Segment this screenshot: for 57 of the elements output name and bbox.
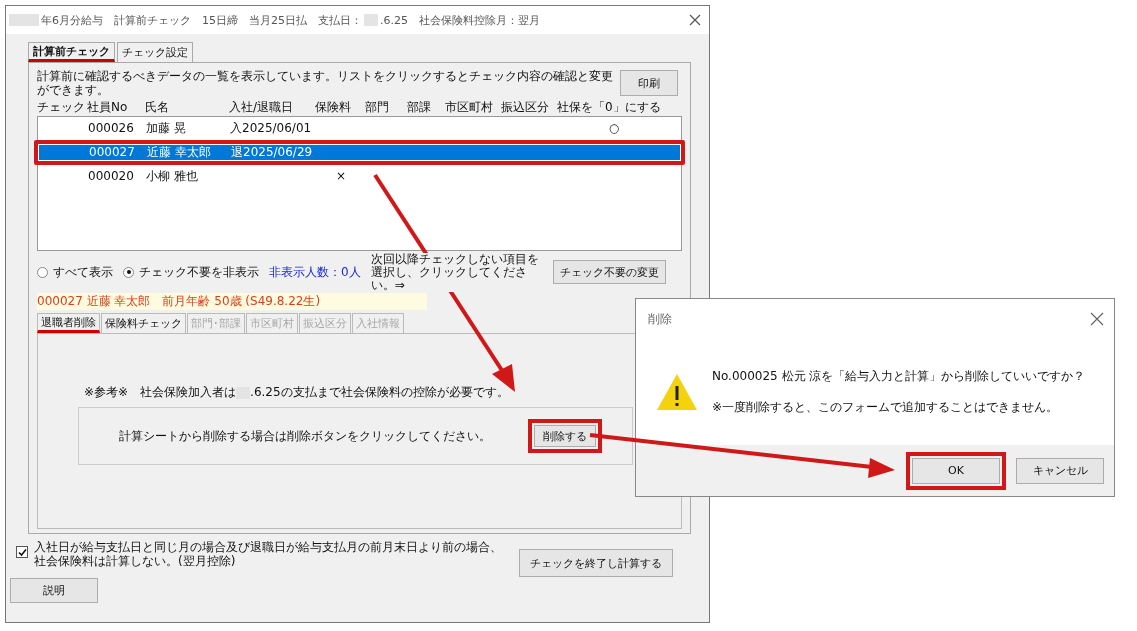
table-cell-text: 退2025/06/29 <box>231 145 314 160</box>
redaction-block <box>9 14 39 26</box>
radio-icon[interactable] <box>123 266 134 278</box>
ok-button[interactable]: OK <box>912 457 1000 484</box>
column-header[interactable]: 入社/退職日 <box>229 99 315 116</box>
radio-option[interactable]: すべて表示 <box>37 263 113 281</box>
employee-info: 000027 近藤 幸太郎 前月年齢 50歳 (S49.8.22生) <box>37 293 427 310</box>
table-cell-text: 加藤 晃 <box>146 121 187 136</box>
window-title: 年6月分給与 計算前チェック 15日締 当月25日払 支払日： <box>41 12 362 28</box>
column-header[interactable]: 市区町村 <box>445 99 501 116</box>
close-icon[interactable] <box>1090 312 1104 326</box>
tab[interactable]: 保険料チェック <box>101 313 186 333</box>
instruction-text: 計算シートから削除する場合は削除ボタンをクリックしてください。 <box>119 427 491 445</box>
table-cell-text: 000026 <box>88 121 135 136</box>
column-header[interactable]: 社保を「0」にする <box>557 99 669 116</box>
list-row[interactable]: 000027 近藤 幸太郎 退2025/06/29 <box>39 145 680 160</box>
column-header[interactable]: 社員No <box>87 99 145 116</box>
radio-icon[interactable] <box>37 266 48 278</box>
checkbox-label: 入社日が給与支払日と同じ月の場合及び退職日が給与支払月の前月末日より前の場合、 <box>34 540 502 554</box>
column-header[interactable]: 保険料 <box>315 99 365 116</box>
table-cell-text: ○ <box>607 121 621 136</box>
column-header[interactable]: 氏名 <box>145 99 229 116</box>
tab[interactable]: チェック設定 <box>117 42 193 62</box>
table-cell-text: 000027 <box>89 145 136 160</box>
table-cell-text: 小柳 雅也 <box>146 169 199 184</box>
delete-button[interactable]: 削除する <box>534 425 596 447</box>
table-cell-text: 近藤 幸太郎 <box>147 145 212 160</box>
list-row[interactable]: 000026 加藤 晃 入2025/06/01 ○ <box>38 121 681 136</box>
table-cell-text: × <box>334 169 348 184</box>
dialog-message: No.000025 松元 涼を「給与入力と計算」から削除していいですか？ <box>712 368 1086 385</box>
note-text: ※参考※ 社会保険加入者は <box>84 384 237 401</box>
dialog-note: ※一度削除すると、このフォームで追加することはできません。 <box>712 399 1060 416</box>
tab[interactable]: 退職者削除 <box>37 313 100 333</box>
print-button[interactable]: 印刷 <box>620 70 678 96</box>
instruction-text: 計算前に確認するべきデータの一覧を表示しています。リストをクリックするとチェック内容の確認と変更ができます。 <box>37 69 614 97</box>
checkbox-label: 社会保険料は計算しない。(翌月控除) <box>34 554 237 568</box>
column-header[interactable]: 部課 <box>407 99 445 116</box>
column-header[interactable]: チェック <box>37 99 87 116</box>
help-button[interactable]: 説明 <box>10 578 98 603</box>
warning-icon <box>656 373 698 411</box>
hidden-count: 非表示人数：0人 <box>269 263 361 281</box>
tab[interactable]: 計算前チェック <box>28 42 115 62</box>
list-row[interactable]: 000020 小柳 雅也 × <box>38 169 681 184</box>
finish-button[interactable]: チェックを終了し計算する <box>519 549 673 577</box>
dialog-title: 削除 <box>648 310 672 328</box>
column-header[interactable]: 振込区分 <box>501 99 557 116</box>
close-icon[interactable] <box>689 14 701 26</box>
cancel-button[interactable]: キャンセル <box>1016 457 1104 484</box>
table-cell-text: 入2025/06/01 <box>230 121 313 136</box>
redaction-block <box>364 14 378 26</box>
change-button[interactable]: チェック不要の変更 <box>552 260 666 284</box>
table-cell-text: 000020 <box>88 169 135 184</box>
window-title: .6.25 社会保険料控除月：翌月 <box>380 12 540 28</box>
radio-option[interactable]: チェック不要を非表示 <box>123 263 259 281</box>
column-header[interactable]: 部門 <box>365 99 407 116</box>
checkbox[interactable] <box>16 546 28 558</box>
note-text: .6.25の支払まで社会保険料の控除が必要です。 <box>250 384 509 401</box>
